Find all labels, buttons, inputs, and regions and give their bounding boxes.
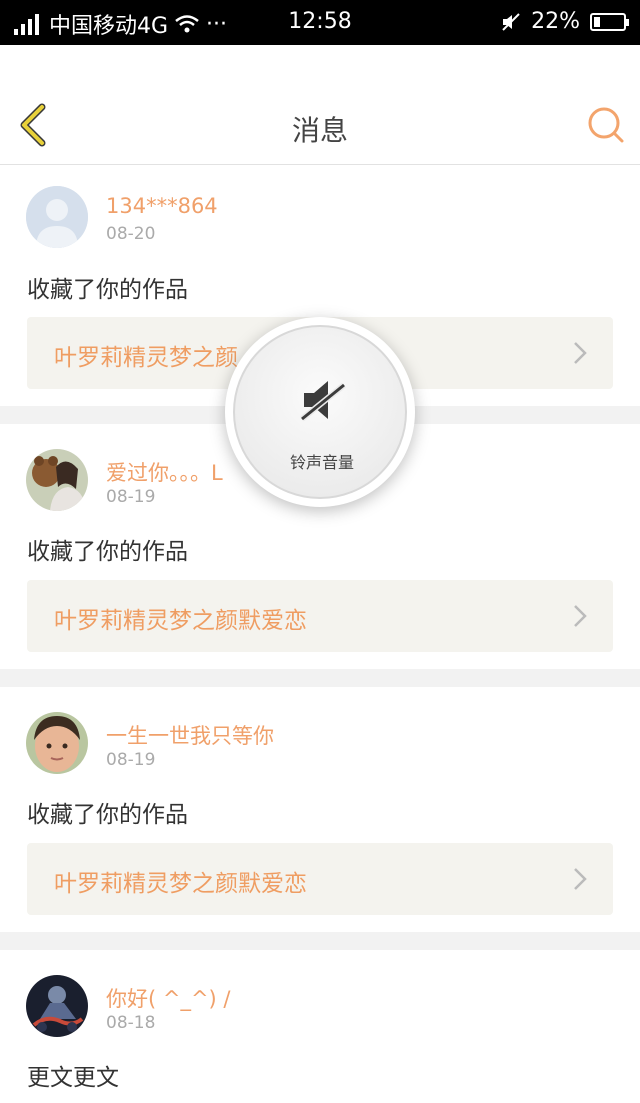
divider [0, 932, 640, 950]
battery-percent: 22% [531, 9, 580, 34]
message-text: 收藏了你的作品 [27, 539, 188, 565]
chevron-right-icon [574, 868, 587, 890]
work-title: 叶罗莉精灵梦之颜 [54, 345, 238, 371]
message-date: 08-19 [106, 487, 156, 507]
message-date: 08-18 [106, 1013, 156, 1033]
message-text: 收藏了你的作品 [27, 277, 188, 303]
avatar[interactable] [26, 975, 88, 1037]
message-card: 你好( ^_^) / 08-18 更文更文 [0, 950, 640, 1103]
avatar[interactable] [26, 449, 88, 511]
user-name[interactable]: 一生一世我只等你 [106, 720, 274, 750]
speaker-muted-icon [300, 381, 346, 422]
chevron-right-icon [574, 605, 587, 627]
work-title: 叶罗莉精灵梦之颜默爱恋 [54, 608, 307, 634]
battery-icon [590, 12, 629, 31]
message-date: 08-20 [106, 224, 156, 244]
work-link[interactable]: 叶罗莉精灵梦之颜默爱恋 [27, 580, 613, 652]
search-icon[interactable] [586, 105, 626, 145]
user-name[interactable]: 你好( ^_^) / [106, 983, 231, 1013]
divider [0, 669, 640, 687]
toast-label: 铃声音量 [289, 453, 354, 472]
work-link[interactable]: 叶罗莉精灵梦之颜默爱恋 [27, 843, 613, 915]
work-title: 叶罗莉精灵梦之颜默爱恋 [54, 871, 307, 897]
volume-toast: 铃声音量 [225, 317, 415, 507]
status-bar: 中国移动4G ··· 12:58 22% [0, 0, 640, 45]
avatar[interactable] [26, 186, 88, 248]
page-title: 消息 [291, 114, 348, 147]
user-name[interactable]: 134***864 [106, 194, 218, 218]
message-text: 收藏了你的作品 [27, 802, 188, 828]
message-card: 一生一世我只等你 08-19 收藏了你的作品 叶罗莉精灵梦之颜默爱恋 [0, 687, 640, 932]
message-text: 更文更文 [27, 1065, 119, 1091]
mute-icon [502, 12, 520, 31]
user-name[interactable]: 爱过你。。。L [106, 457, 223, 487]
chevron-right-icon [574, 342, 587, 364]
message-date: 08-19 [106, 750, 156, 770]
message-list: 134***864 08-20 收藏了你的作品 叶罗莉精灵梦之颜 爱过你。。。L… [0, 166, 640, 1103]
avatar[interactable] [26, 712, 88, 774]
nav-header: 消息 [0, 45, 640, 165]
